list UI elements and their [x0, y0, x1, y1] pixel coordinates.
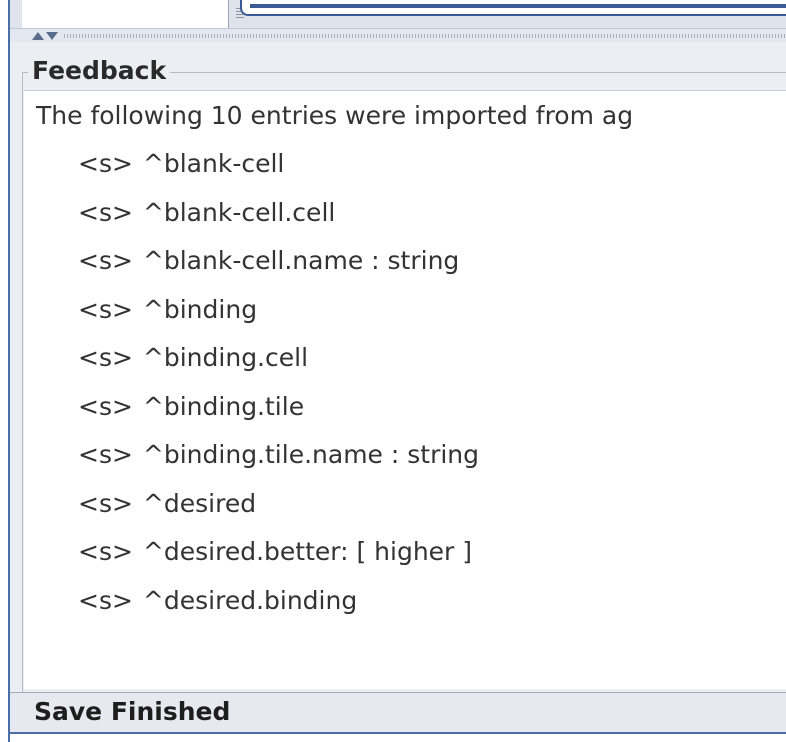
entry-tag: <s>	[78, 197, 133, 227]
list-item: <s> ^blank-cell.cell	[78, 198, 479, 247]
entry-text: ^blank-cell.name : string	[142, 246, 460, 275]
entry-tag: <s>	[78, 440, 133, 469]
entry-text: ^binding.tile.name : string	[142, 440, 480, 469]
list-item: <s> ^binding.cell	[78, 343, 479, 392]
entry-tag: <s>	[78, 246, 133, 275]
entry-text: ^binding.cell	[142, 343, 309, 372]
entry-tag: <s>	[78, 149, 133, 178]
arrow-down-icon[interactable]	[46, 32, 58, 40]
entry-text: ^desired.binding	[142, 585, 358, 615]
entry-tag: <s>	[78, 537, 133, 566]
list-item: <s> ^binding.tile.name : string	[78, 440, 479, 489]
entry-text: ^binding.tile	[142, 391, 305, 421]
arrow-up-icon[interactable]	[32, 32, 44, 40]
split-pane-divider[interactable]	[10, 28, 786, 43]
list-item: <s> ^binding	[78, 295, 479, 344]
entry-tag: <s>	[78, 585, 133, 615]
feedback-text-area[interactable]: The following 10 entries were imported f…	[24, 90, 786, 689]
top-slider-bar	[250, 4, 786, 8]
list-item: <s> ^blank-cell	[78, 149, 479, 198]
window-bottom-edge	[10, 732, 786, 742]
imported-entries-list: <s> ^blank-cell <s> ^blank-cell.cell <s> ^b…	[78, 149, 479, 634]
divider-grip	[64, 34, 786, 38]
entry-tag: <s>	[78, 391, 133, 421]
feedback-intro-text: The following 10 entries were imported f…	[36, 101, 634, 130]
entry-text: ^binding	[142, 294, 258, 324]
list-item: <s> ^desired	[78, 489, 479, 538]
entry-text: ^blank-cell.cell	[142, 197, 336, 227]
list-item: <s> ^binding.tile	[78, 392, 479, 441]
entry-tag: <s>	[78, 294, 133, 324]
entry-text: ^blank-cell	[142, 149, 285, 178]
feedback-title: Feedback	[28, 56, 171, 86]
status-text: Save Finished	[34, 697, 231, 726]
status-bar: Save Finished	[10, 692, 786, 733]
entry-tag: <s>	[78, 488, 133, 518]
entry-text: ^desired	[142, 488, 257, 518]
feedback-panel: Feedback The following 10 entries were i…	[10, 42, 786, 694]
window: Feedback The following 10 entries were i…	[0, 0, 786, 742]
entry-tag: <s>	[78, 343, 133, 372]
list-item: <s> ^desired.better: [ higher ]	[78, 537, 479, 586]
list-item: <s> ^desired.binding	[78, 586, 479, 635]
top-text-field[interactable]	[22, 0, 229, 29]
top-slider-track[interactable]	[240, 0, 786, 16]
list-item: <s> ^blank-cell.name : string	[78, 246, 479, 295]
entry-text: ^desired.better: [ higher ]	[142, 537, 473, 566]
